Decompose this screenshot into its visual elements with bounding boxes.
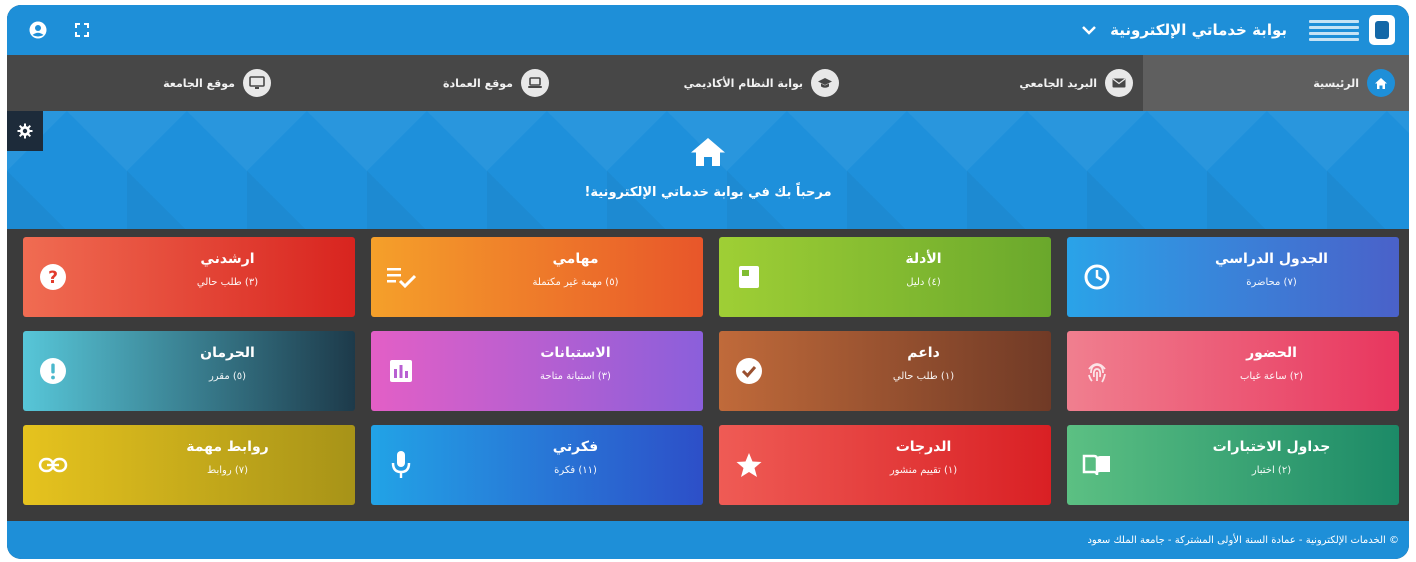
- nav-item-label: بوابة النظام الأكاديمي: [683, 76, 803, 90]
- card-class-schedule[interactable]: الجدول الدراسي (٧) محاضرة: [1067, 237, 1399, 317]
- fingerprint-icon: [1081, 355, 1113, 387]
- card-subtitle: (٤) دليل: [906, 277, 941, 288]
- card-exam-schedules[interactable]: جداول الاختبارات (٢) اختبار: [1067, 425, 1399, 505]
- card-guides[interactable]: الأدلة (٤) دليل: [719, 237, 1051, 317]
- graduation-cap-icon: [811, 69, 839, 97]
- card-support[interactable]: داعم (١) طلب حالي: [719, 331, 1051, 411]
- star-icon: [733, 449, 765, 481]
- laptop-icon: [521, 69, 549, 97]
- settings-gear-icon[interactable]: [7, 111, 43, 151]
- card-title: الجدول الدراسي: [1215, 251, 1328, 267]
- clock-icon: [1081, 261, 1113, 293]
- card-my-tasks[interactable]: مهامي (٥) مهمة غير مكتملة: [371, 237, 703, 317]
- university-logo-text: [1309, 15, 1359, 45]
- card-title: الحرمان: [200, 345, 255, 361]
- check-circle-icon: [733, 355, 765, 387]
- nav-item-label: البريد الجامعي: [1019, 76, 1097, 90]
- guide-book-icon: [733, 261, 765, 293]
- card-important-links[interactable]: روابط مهمة (٧) روابط: [23, 425, 355, 505]
- card-title: الأدلة: [905, 251, 942, 267]
- chevron-down-icon[interactable]: [1082, 25, 1097, 35]
- university-logo: [1369, 15, 1395, 45]
- card-subtitle: (٣) استبانة متاحة: [540, 371, 611, 382]
- nav-item-home[interactable]: الرئيسية: [1143, 55, 1409, 111]
- card-subtitle: (١) تقييم منشور: [889, 465, 958, 476]
- card-subtitle: (١) طلب حالي: [892, 371, 955, 382]
- portal-frame: بوابة خدماتي الإلكترونية الرئيسية البريد…: [7, 5, 1409, 559]
- nav-item-label: موقع العمادة: [442, 76, 513, 90]
- footer: © الخدمات الإلكترونية - عمادة السنة الأو…: [7, 521, 1409, 559]
- card-grades[interactable]: الدرجات (١) تقييم منشور: [719, 425, 1051, 505]
- card-title: مهامي: [552, 251, 599, 267]
- card-subtitle: (١١) فكرة: [554, 465, 597, 476]
- card-deprivation[interactable]: الحرمان (٥) مقرر: [23, 331, 355, 411]
- card-subtitle: (٢) اختبار: [1251, 465, 1292, 476]
- card-title: فكرتي: [552, 439, 599, 455]
- home-icon: [690, 137, 726, 171]
- open-book-icon: [1081, 449, 1113, 481]
- microphone-icon: [385, 449, 417, 481]
- question-icon: ?: [37, 261, 69, 293]
- card-title: روابط مهمة: [186, 439, 269, 455]
- svg-text:?: ?: [48, 268, 58, 288]
- card-guide-me[interactable]: ارشدني (٣) طلب حالي ?: [23, 237, 355, 317]
- card-surveys[interactable]: الاستبانات (٣) استبانة متاحة: [371, 331, 703, 411]
- home-icon: [1367, 69, 1395, 97]
- fullscreen-icon[interactable]: [75, 23, 89, 37]
- card-attendance[interactable]: الحضور (٢) ساعة غياب: [1067, 331, 1399, 411]
- welcome-banner: مرحباً بك في بوابة خدماتي الإلكترونية!: [7, 111, 1409, 229]
- welcome-message: مرحباً بك في بوابة خدماتي الإلكترونية!: [584, 185, 832, 200]
- card-title: الحضور: [1246, 345, 1297, 361]
- main-nav: الرئيسية البريد الجامعي بوابة النظام الأ…: [7, 55, 1409, 111]
- card-my-idea[interactable]: فكرتي (١١) فكرة: [371, 425, 703, 505]
- task-list-icon: [385, 261, 417, 293]
- top-bar: بوابة خدماتي الإلكترونية: [7, 5, 1409, 55]
- footer-copyright: © الخدمات الإلكترونية - عمادة السنة الأو…: [1087, 534, 1399, 546]
- user-account-icon[interactable]: [29, 21, 47, 39]
- card-title: ارشدني: [200, 251, 255, 267]
- nav-item-university-site[interactable]: موقع الجامعة: [83, 55, 283, 111]
- survey-chart-icon: [385, 355, 417, 387]
- monitor-icon: [243, 69, 271, 97]
- card-title: جداول الاختبارات: [1212, 439, 1331, 455]
- card-subtitle: (٧) محاضرة: [1246, 277, 1297, 288]
- nav-item-university-mail[interactable]: البريد الجامعي: [871, 55, 1143, 111]
- service-cards-grid: الجدول الدراسي (٧) محاضرة الأدلة (٤) دليل …: [21, 237, 1399, 513]
- card-subtitle: (٥) مهمة غير مكتملة: [532, 277, 619, 288]
- nav-item-label: موقع الجامعة: [163, 76, 235, 90]
- card-title: الدرجات: [895, 439, 952, 455]
- card-title: الاستبانات: [540, 345, 611, 361]
- card-subtitle: (٧) روابط: [206, 465, 249, 476]
- alert-circle-icon: [37, 355, 69, 387]
- card-title: داعم: [907, 345, 940, 361]
- nav-item-label: الرئيسية: [1313, 76, 1359, 90]
- card-subtitle: (٢) ساعة غياب: [1239, 371, 1303, 382]
- card-subtitle: (٣) طلب حالي: [196, 277, 259, 288]
- card-subtitle: (٥) مقرر: [208, 371, 247, 382]
- nav-item-deanship-site[interactable]: موقع العمادة: [283, 55, 565, 111]
- link-icon: [37, 449, 69, 481]
- mail-icon: [1105, 69, 1133, 97]
- portal-title[interactable]: بوابة خدماتي الإلكترونية: [1110, 21, 1287, 39]
- nav-item-academic-system[interactable]: بوابة النظام الأكاديمي: [565, 55, 871, 111]
